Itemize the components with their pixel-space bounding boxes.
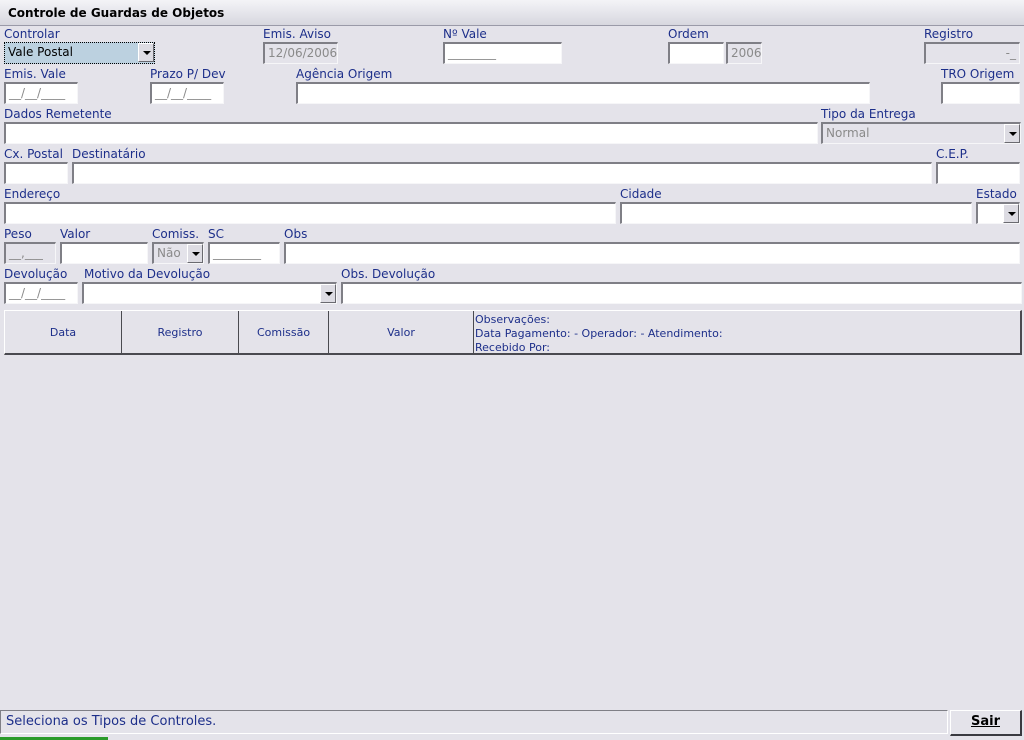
window-titlebar: Controle de Guardas de Objetos — [0, 0, 1024, 26]
grid-obs-line: Data Pagamento: - Operador: - Atendiment… — [475, 327, 723, 340]
controlar-chevron-down-icon[interactable] — [138, 43, 154, 62]
devolucao-field[interactable]: __/__/____ — [4, 282, 78, 304]
registro-label: Registro — [924, 27, 974, 41]
grid-column-header[interactable]: Valor — [329, 311, 474, 354]
controlar-select[interactable]: Vale Postal — [4, 42, 155, 64]
obs-label: Obs — [284, 227, 308, 241]
tro-origem-field[interactable] — [941, 82, 1020, 104]
dados-remetente-label: Dados Remetente — [4, 107, 112, 121]
ordem-field[interactable] — [668, 42, 724, 64]
controlar-label: Controlar — [4, 27, 60, 41]
comiss-chevron-down-icon[interactable] — [187, 244, 203, 263]
cx-postal-label: Cx. Postal — [4, 147, 63, 161]
endereco-field[interactable] — [4, 202, 616, 224]
prazo-dev-field[interactable]: __/__/____ — [150, 82, 224, 104]
valor-field[interactable] — [60, 242, 148, 264]
grid-column-header[interactable]: Data — [5, 311, 122, 354]
tipo-entrega-label: Tipo da Entrega — [821, 107, 916, 121]
grid-obs-line: Observações: — [475, 313, 550, 326]
grid-column-header[interactable]: Comissão — [239, 311, 329, 354]
destinatario-label: Destinatário — [72, 147, 146, 161]
destinatario-field[interactable] — [72, 162, 932, 184]
endereco-label: Endereço — [4, 187, 61, 201]
grid-header: Data Registro Comissão Valor Observações… — [4, 310, 1022, 355]
estado-chevron-down-icon[interactable] — [1003, 204, 1019, 223]
obs-devolucao-label: Obs. Devolução — [341, 267, 436, 281]
agencia-origem-label: Agência Origem — [296, 67, 393, 81]
dados-remetente-field[interactable] — [4, 122, 818, 144]
controlar-value: Vale Postal — [8, 45, 73, 59]
ordem-label: Ordem — [668, 27, 709, 41]
tipo-entrega-value: Normal — [826, 126, 870, 140]
emis-aviso-label: Emis. Aviso — [263, 27, 332, 41]
prazo-dev-label: Prazo P/ Dev — [150, 67, 226, 81]
comiss-value: Não — [157, 246, 181, 260]
cep-field[interactable] — [936, 162, 1020, 184]
peso-field[interactable]: __,___ — [4, 242, 56, 264]
grid-observations-header: Observações: Data Pagamento: - Operador:… — [475, 313, 723, 355]
devolucao-label: Devolução — [4, 267, 68, 281]
cidade-field[interactable] — [620, 202, 972, 224]
peso-label: Peso — [4, 227, 32, 241]
grid-obs-line: Recebido Por: — [475, 341, 550, 354]
n-vale-field[interactable]: ________ — [443, 42, 562, 64]
ordem-year-field[interactable]: 2006 — [726, 42, 762, 64]
valor-label: Valor — [60, 227, 91, 241]
n-vale-label: Nº Vale — [443, 27, 487, 41]
window-title: Controle de Guardas de Objetos — [8, 6, 225, 20]
tro-origem-label: TRO Origem — [941, 67, 1015, 81]
obs-devolucao-field[interactable] — [341, 282, 1022, 304]
sc-field[interactable]: ________ — [208, 242, 280, 264]
sc-label: SC — [208, 227, 224, 241]
motivo-devolucao-select[interactable] — [82, 282, 337, 304]
obs-field[interactable] — [284, 242, 1020, 264]
registro-field[interactable]: -_ — [924, 42, 1020, 64]
estado-select[interactable] — [976, 202, 1020, 224]
tipo-entrega-chevron-down-icon[interactable] — [1004, 124, 1020, 143]
emis-vale-label: Emis. Vale — [4, 67, 66, 81]
agencia-origem-field[interactable] — [296, 82, 870, 104]
emis-vale-field[interactable]: __/__/____ — [4, 82, 78, 104]
sair-button[interactable]: Sair — [950, 710, 1022, 736]
cidade-label: Cidade — [620, 187, 662, 201]
motivo-devolucao-label: Motivo da Devolução — [84, 267, 211, 281]
cep-label: C.E.P. — [936, 147, 969, 161]
emis-aviso-field[interactable]: 12/06/2006 — [263, 42, 338, 64]
comiss-label: Comiss. — [152, 227, 200, 241]
motivo-devolucao-chevron-down-icon[interactable] — [320, 284, 336, 303]
status-bar: Seleciona os Tipos de Controles. — [0, 710, 948, 734]
estado-label: Estado — [976, 187, 1017, 201]
tipo-entrega-select[interactable]: Normal — [821, 122, 1021, 144]
comiss-select[interactable]: Não — [152, 242, 204, 264]
grid-column-header[interactable]: Registro — [122, 311, 239, 354]
cx-postal-field[interactable] — [4, 162, 68, 184]
